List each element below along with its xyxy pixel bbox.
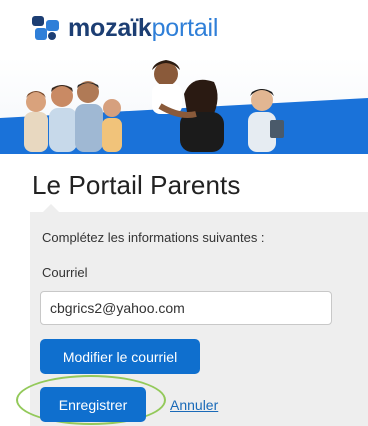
modify-email-button[interactable]: Modifier le courriel [40, 339, 200, 374]
save-button[interactable]: Enregistrer [40, 387, 146, 422]
panel-pointer [42, 204, 60, 213]
brand-name-light: portail [151, 13, 219, 42]
family-photo-banner [0, 58, 368, 154]
brand-wordmark: mozaïkportail [68, 13, 219, 42]
page-title: Le Portail Parents [32, 170, 241, 200]
brand-name-strong: mozaïk [68, 13, 152, 42]
form-instructions: Complétez les informations suivantes : [42, 230, 265, 245]
mozaik-puzzle-logo-icon [32, 16, 59, 40]
email-field[interactable] [40, 291, 332, 325]
email-field-label: Courriel [42, 265, 88, 280]
cancel-link[interactable]: Annuler [170, 397, 218, 413]
mozaik-portail-logo: mozaïkportail [30, 10, 218, 46]
